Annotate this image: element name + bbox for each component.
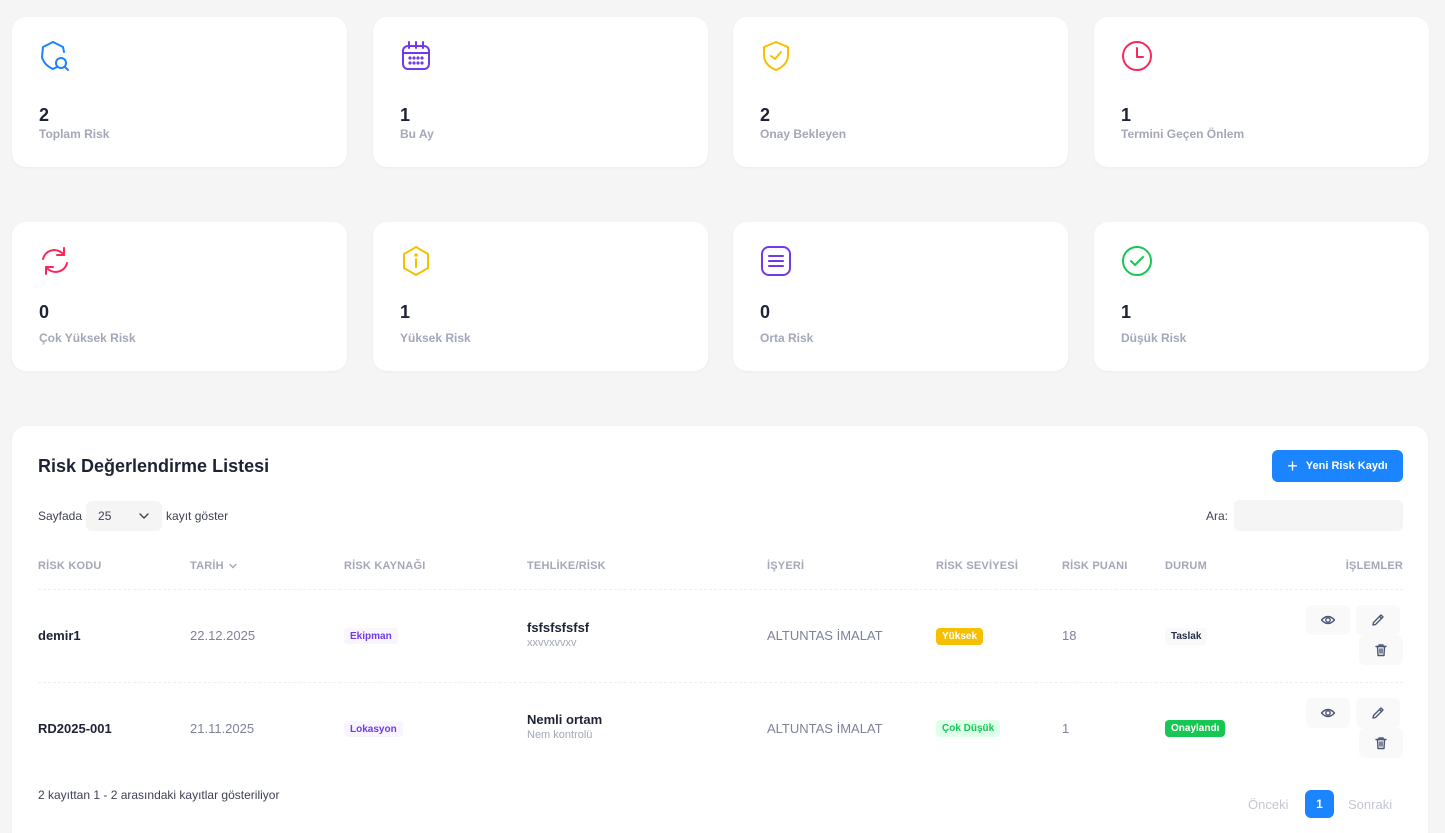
new-risk-button-label: Yeni Risk Kaydı bbox=[1305, 460, 1388, 472]
stat-card-this-month: 1 Bu Ay bbox=[373, 17, 708, 167]
col-header-risk-score[interactable]: RİSK PUANI bbox=[1062, 560, 1128, 572]
risk-level-badge: Çok Düşük bbox=[936, 720, 1001, 737]
shield-search-icon bbox=[41, 41, 69, 71]
date-cell: 21.11.2025 bbox=[190, 721, 255, 736]
page-length-control: Sayfada 25 kayıt göster bbox=[38, 501, 228, 531]
check-circle-icon bbox=[1122, 246, 1152, 276]
trash-icon bbox=[1375, 737, 1387, 750]
stat-value: 1 bbox=[400, 105, 411, 125]
length-suffix: kayıt göster bbox=[166, 509, 229, 523]
new-risk-button[interactable]: + Yeni Risk Kaydı bbox=[1272, 450, 1403, 482]
date-cell: 22.12.2025 bbox=[190, 628, 256, 643]
row-divider bbox=[38, 589, 1403, 590]
hazard-title: Nemli ortam bbox=[527, 712, 603, 727]
workplace-cell: ALTUNTAS İMALAT bbox=[767, 628, 883, 643]
stat-value: 2 bbox=[39, 105, 50, 125]
search-label: Ara: bbox=[1205, 508, 1228, 523]
col-header-hazard[interactable]: TEHLİKE/RİSK bbox=[527, 560, 606, 572]
chevron-down-icon bbox=[139, 513, 149, 519]
hazard-cell: fsfsfsfsfsf xxvvxvvxv bbox=[527, 620, 589, 649]
col-header-risk-level[interactable]: RİSK SEVİYESİ bbox=[936, 560, 1018, 572]
status-badge: Onaylandı bbox=[1165, 720, 1226, 737]
stat-card-pending-approval: 2 Onay Bekleyen bbox=[733, 17, 1068, 167]
stat-card-very-high-risk: 0 Çok Yüksek Risk bbox=[12, 222, 347, 371]
stat-card-low-risk: 1 Düşük Risk bbox=[1094, 222, 1429, 371]
stat-label: Çok Yüksek Risk bbox=[39, 331, 136, 345]
stat-value: 1 bbox=[400, 302, 411, 322]
risk-score-cell: 18 bbox=[1062, 628, 1077, 643]
risk-score-cell: 1 bbox=[1062, 721, 1070, 736]
stat-card-medium-risk: 0 Orta Risk bbox=[733, 222, 1068, 371]
calendar-icon bbox=[402, 41, 430, 70]
stat-label: Bu Ay bbox=[400, 127, 434, 141]
col-header-status[interactable]: DURUM bbox=[1165, 560, 1207, 572]
pagination-next[interactable]: Sonraki bbox=[1348, 790, 1392, 818]
stat-label: Düşük Risk bbox=[1121, 331, 1187, 345]
pencil-icon bbox=[1372, 707, 1384, 719]
risk-code-cell[interactable]: demir1 bbox=[38, 628, 81, 643]
stat-value: 1 bbox=[1121, 105, 1132, 125]
stat-label: Yüksek Risk bbox=[400, 331, 471, 345]
hazard-title: fsfsfsfsfsf bbox=[527, 620, 590, 635]
stat-label: Onay Bekleyen bbox=[760, 127, 847, 141]
workplace-cell: ALTUNTAS İMALAT bbox=[767, 721, 883, 736]
page-length-select[interactable]: 25 bbox=[86, 501, 163, 531]
pencil-icon bbox=[1372, 614, 1384, 626]
stat-card-overdue-measure: 1 Termini Geçen Önlem bbox=[1094, 17, 1429, 167]
length-prefix: Sayfada bbox=[38, 509, 83, 523]
shield-check-icon bbox=[763, 41, 789, 71]
col-header-date[interactable]: TARİH bbox=[190, 560, 238, 572]
view-button[interactable] bbox=[1306, 698, 1350, 728]
col-header-actions: İŞLEMLER bbox=[1345, 560, 1403, 572]
stat-value: 1 bbox=[1121, 302, 1132, 322]
col-header-date-label: TARİH bbox=[190, 560, 224, 572]
edit-button[interactable] bbox=[1356, 605, 1400, 635]
clock-icon bbox=[1122, 41, 1152, 71]
pagination-prev[interactable]: Önceki bbox=[1248, 790, 1288, 818]
stat-label: Toplam Risk bbox=[39, 127, 110, 141]
hazard-subtitle: Nem kontrolü bbox=[527, 729, 593, 741]
refresh-icon bbox=[42, 247, 68, 275]
delete-button[interactable] bbox=[1359, 728, 1403, 758]
col-header-risk-source[interactable]: RİSK KAYNAĞI bbox=[344, 560, 425, 572]
edit-button[interactable] bbox=[1356, 698, 1400, 728]
table-info: 2 kayıttan 1 - 2 arasındaki kayıtlar gös… bbox=[38, 788, 280, 802]
search-control: Ara: bbox=[1206, 500, 1403, 531]
delete-button[interactable] bbox=[1359, 635, 1403, 665]
risk-code-cell[interactable]: RD2025-001 bbox=[38, 721, 112, 736]
stat-card-high-risk: 1 Yüksek Risk bbox=[373, 222, 708, 371]
eye-icon bbox=[1320, 708, 1336, 718]
hazard-cell: Nemli ortam Nem kontrolü bbox=[527, 712, 602, 741]
list-title: Risk Değerlendirme Listesi bbox=[38, 456, 270, 476]
source-badge: Ekipman bbox=[344, 628, 398, 644]
stat-label: Termini Geçen Önlem bbox=[1121, 127, 1245, 141]
col-header-risk-code[interactable]: RİSK KODU bbox=[38, 560, 102, 572]
sort-chevron-icon bbox=[229, 563, 237, 569]
plus-icon: + bbox=[1287, 456, 1298, 476]
page-length-value: 25 bbox=[98, 509, 112, 523]
view-button[interactable] bbox=[1306, 605, 1350, 635]
eye-icon bbox=[1320, 615, 1336, 625]
pagination-page-1[interactable]: 1 bbox=[1305, 790, 1334, 818]
col-header-workplace[interactable]: İŞYERİ bbox=[767, 560, 804, 572]
search-input[interactable] bbox=[1234, 500, 1403, 531]
row-divider bbox=[38, 682, 1403, 683]
stat-card-total-risk: 2 Toplam Risk bbox=[12, 17, 347, 167]
stat-value: 0 bbox=[760, 302, 771, 322]
trash-icon bbox=[1375, 644, 1387, 657]
status-badge: Taslak bbox=[1165, 628, 1208, 645]
source-badge: Lokasyon bbox=[344, 721, 403, 737]
risk-list-card: Risk Değerlendirme Listesi + Yeni Risk K… bbox=[12, 426, 1428, 833]
stat-value: 0 bbox=[39, 302, 50, 322]
risk-level-badge: Yüksek bbox=[936, 628, 984, 645]
list-icon bbox=[761, 246, 791, 276]
hazard-subtitle: xxvvxvvxv bbox=[527, 637, 577, 649]
stat-label: Orta Risk bbox=[760, 331, 814, 345]
info-hexagon-icon bbox=[403, 246, 429, 276]
stat-value: 2 bbox=[760, 105, 771, 125]
